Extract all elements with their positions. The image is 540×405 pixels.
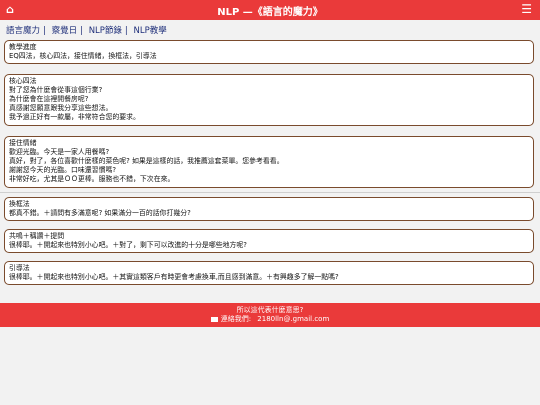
section-line: EQ四法，核心四法，接住情緒，換框法，引導法 [9,52,157,60]
footer-contact: 連絡我們: 2180lln@.gmail.com [0,315,540,324]
section-line: 非常好吃，尤其是ＯＯ更棒。服務也不錯，下次在來。 [9,175,175,183]
home-icon[interactable]: ⌂ [6,3,14,16]
footer: 所以這代表什麼意思? 連絡我們: 2180lln@.gmail.com [0,303,540,327]
nav-separator: | [80,26,83,36]
top-bar: ⌂ NLP —《語言的魔力》 ☰ [0,0,540,20]
divider [0,192,540,193]
section-line: 歡迎光臨。今天是一家人用餐嗎? [9,148,110,156]
section-line: 對了您為什麼會從事這個行業? [9,86,103,94]
footer-text: 所以這代表什麼意思? [236,306,304,314]
section-line: 我予過正好有一款屬，非常符合您的要求。 [9,113,140,121]
page-title: NLP —《語言的魔力》 [217,6,323,18]
section-line: 都真不錯。＋請問有多滿意呢? 如果滿分一百的話你打幾分? [9,209,191,217]
section-title: 核心四法 [9,77,37,85]
section-guidance: 引導法 很棒耶。＋開起來也特別小心吧。＋其實這類客戶有時更會考慮換車,而且感到滿… [4,261,534,285]
nav-separator: | [124,26,128,36]
section-resonance: 共鳴＋稱讚＋提問 很棒耶。＋開起來也特別小心吧。＋對了，剩下可以改進的十分是哪些… [4,229,534,253]
section-line: 真感謝您願意跟我分享這些想法。 [9,104,113,112]
section-line: 很棒耶。＋開起來也特別小心吧。＋對了，剩下可以改進的十分是哪些地方呢? [9,241,247,249]
nav-item-nlp-teaching[interactable]: NLP教學 [134,26,167,36]
nav-item-nlp-excerpt[interactable]: NLP節錄 [89,26,122,36]
section-progress: 教學進度 EQ四法，核心四法，接住情緒，換框法，引導法 [4,40,534,64]
section-line: 很棒耶。＋開起來也特別小心吧。＋其實這類客戶有時更會考慮換車,而且感到滿意。＋有… [9,273,339,281]
section-catch-emotion: 接住情緒 歡迎光臨。今天是一家人用餐嗎? 真好，對了，各位喜歡什麼樣的菜色呢? … [4,136,534,188]
menu-icon[interactable]: ☰ [521,2,532,16]
section-title: 引導法 [9,264,30,272]
nav-separator: | [43,26,46,36]
nav-item-language-magic[interactable]: 語言魔力 [6,26,40,36]
section-line: 謝謝您今天的光臨。口味還習慣嗎? [9,166,117,174]
nav-item-awareness-day[interactable]: 察覺日 [52,26,78,36]
section-line: 為什麼會在這裡開餐房呢? [9,95,89,103]
mail-icon [210,316,218,322]
section-title: 換框法 [9,200,30,208]
email-link[interactable]: 2180lln@.gmail.com [257,315,329,323]
section-title: 接住情緒 [9,139,37,147]
section-title: 教學進度 [9,43,37,51]
section-title: 共鳴＋稱讚＋提問 [9,232,65,240]
section-reframe: 換框法 都真不錯。＋請問有多滿意呢? 如果滿分一百的話你打幾分? [4,197,534,221]
section-core-four: 核心四法 對了您為什麼會從事這個行業? 為什麼會在這裡開餐房呢? 真感謝您願意跟… [4,74,534,126]
section-line: 真好，對了，各位喜歡什麼樣的菜色呢? 如果是這樣的話，我推薦這套菜單。您參考看看… [9,157,284,165]
contact-label: 連絡我們: [220,315,252,323]
breadcrumb-nav: 語言魔力 | 察覺日 | NLP節錄 | NLP教學 [0,20,540,38]
